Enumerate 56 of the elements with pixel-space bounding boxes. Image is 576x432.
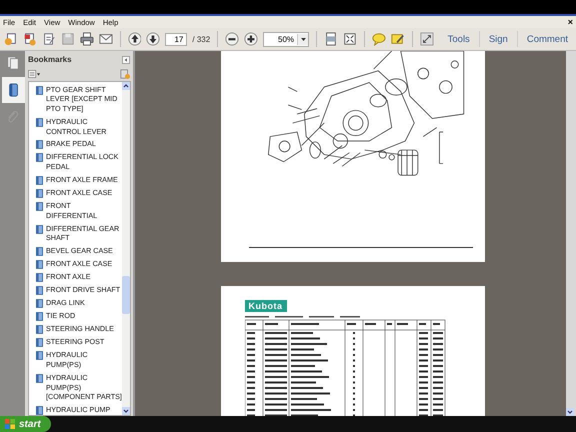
bookmark-icon: [36, 273, 43, 282]
bookmark-icon: [36, 406, 43, 415]
page-count: / 332: [192, 34, 210, 44]
next-page-icon[interactable]: [146, 32, 160, 46]
print-icon[interactable]: [80, 32, 94, 46]
bookmark-icon: [36, 140, 43, 150]
bookmark-icon: [36, 312, 43, 322]
zoom-dropdown[interactable]: 50%: [263, 32, 310, 46]
edit-document-icon[interactable]: [42, 32, 56, 46]
toolbar-link[interactable]: Tools: [444, 34, 474, 44]
comment-icon[interactable]: [372, 32, 386, 46]
toolbar-link[interactable]: Comment: [522, 34, 572, 44]
options-icon[interactable]: [28, 70, 41, 78]
bookmark-icon: [36, 338, 43, 348]
bookmark-icon: [36, 224, 43, 234]
email-icon[interactable]: [98, 32, 113, 46]
scrollbar[interactable]: [566, 51, 576, 416]
zoom-in-icon[interactable]: [244, 32, 258, 46]
bookmark-icon: [36, 118, 43, 127]
bookmark-icon: [36, 325, 43, 334]
pdf-document-icon[interactable]: [22, 32, 37, 46]
panel-title: Bookmarks: [28, 55, 72, 64]
scroll-down-icon[interactable]: [122, 407, 130, 415]
bookmark-icon: [36, 286, 43, 296]
bookmark-icon: [36, 176, 43, 186]
bookmarks-tab[interactable]: [2, 77, 25, 103]
bookmark-icon: [36, 299, 43, 308]
start-button[interactable]: start: [0, 416, 51, 432]
page-number-field[interactable]: 17: [165, 32, 188, 46]
caret-icon: [300, 38, 306, 40]
bookmark-icon: [6, 82, 20, 98]
bookmark-icon: [36, 202, 43, 212]
expand-icon[interactable]: [420, 32, 434, 46]
close-button[interactable]: ×: [568, 17, 573, 27]
create-document-icon[interactable]: [4, 32, 18, 46]
windows-flag-icon: [5, 419, 15, 429]
bookmark-icon: [36, 374, 43, 383]
zoom-out-icon[interactable]: [225, 32, 240, 46]
bookmark-icon: [36, 351, 43, 360]
scroll-up-icon[interactable]: [122, 82, 130, 90]
full-screen-icon[interactable]: [342, 32, 357, 46]
bookmark-icon: [36, 86, 43, 94]
highlight-icon[interactable]: [390, 32, 405, 46]
bookmark-icon: [36, 247, 43, 256]
scrollbar-thumb[interactable]: [122, 276, 130, 314]
toolbar-link[interactable]: Sign: [484, 34, 512, 44]
bookmark-icon: [36, 153, 43, 162]
scroll-down-icon[interactable]: [566, 408, 574, 416]
previous-page-icon[interactable]: [128, 32, 142, 46]
bookmark-icon: [36, 260, 43, 270]
collapse-icon[interactable]: [122, 56, 130, 64]
scrollbar[interactable]: [122, 82, 130, 415]
logo: Kubota: [244, 300, 286, 312]
pages-icon[interactable]: [6, 55, 20, 71]
bookmark-icon: [36, 189, 43, 198]
fit-page-icon[interactable]: [324, 32, 338, 46]
